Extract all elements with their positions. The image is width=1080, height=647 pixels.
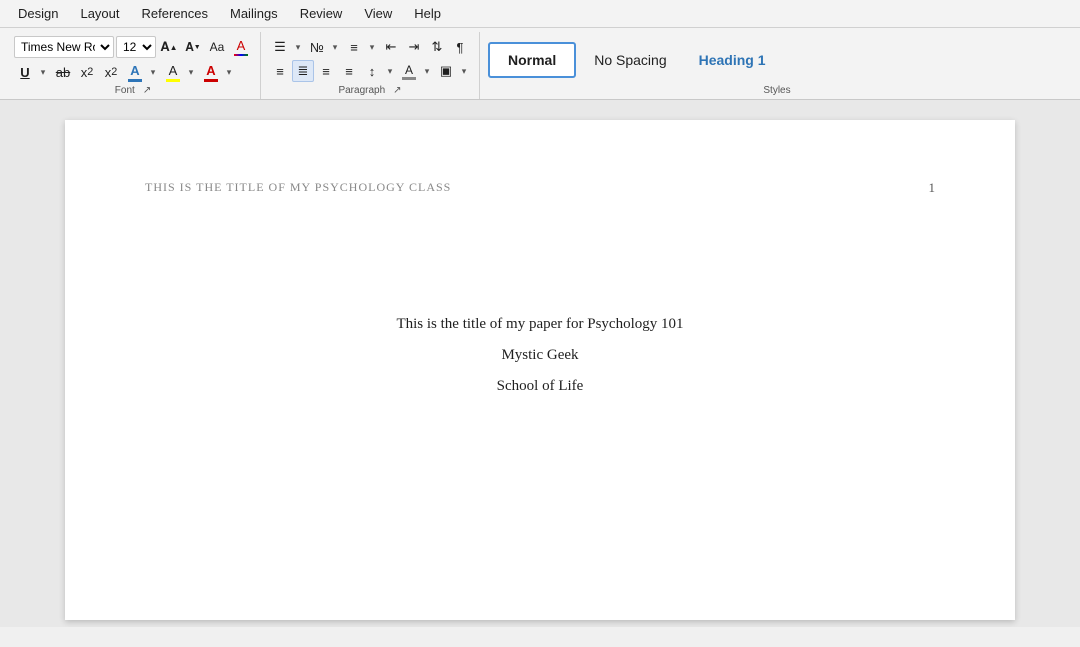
highlight-dropdown[interactable]: ▾ [184,61,198,83]
align-center-button[interactable]: ≣ [292,60,314,82]
align-left-button[interactable]: ≡ [269,60,291,82]
styles-group-label: Styles [763,85,790,96]
paragraph-group: ☰ ▾ № ▾ ≡ ▾ ⇤ ⇥ ⇅ ¶ ≡ [261,32,480,99]
font-color-button[interactable]: A [124,61,146,83]
sort-button[interactable]: ⇅ [426,36,448,58]
bullets-button[interactable]: ☰ [269,36,291,58]
multilevel-list-button[interactable]: ≡ [343,36,365,58]
bullets-dropdown[interactable]: ▾ [291,36,305,58]
align-right-button[interactable]: ≡ [315,60,337,82]
font-color-dropdown[interactable]: ▾ [146,61,160,83]
style-heading1-button[interactable]: Heading 1 [685,44,780,76]
shading-button[interactable]: A [398,60,420,82]
menu-review[interactable]: Review [290,2,353,25]
line-spacing-dropdown[interactable]: ▾ [383,60,397,82]
superscript-button[interactable]: x2 [100,61,122,83]
menu-bar: Design Layout References Mailings Review… [0,0,1080,28]
font-group-label: Font [115,85,135,96]
text-color-dropdown[interactable]: ▾ [222,61,236,83]
font-grow-button[interactable]: 𝐀▲ [158,36,180,58]
decrease-indent-button[interactable]: ⇤ [380,36,402,58]
font-case-button[interactable]: Aa [206,36,228,58]
menu-references[interactable]: References [132,2,218,25]
page-header: THIS IS THE TITLE OF MY PSYCHOLOGY CLASS… [145,180,935,196]
show-formatting-button[interactable]: ¶ [449,36,471,58]
menu-mailings[interactable]: Mailings [220,2,288,25]
menu-view[interactable]: View [354,2,402,25]
paper-institution: School of Life [497,378,584,395]
paper-title: This is the title of my paper for Psycho… [396,316,683,333]
subscript-button[interactable]: x2 [76,61,98,83]
highlight-button[interactable]: A [162,61,184,83]
underline-button[interactable]: U [14,61,36,83]
paragraph-group-label: Paragraph [338,85,385,96]
increase-indent-button[interactable]: ⇥ [403,36,425,58]
numbering-button[interactable]: № [306,36,328,58]
font-size-select[interactable]: 12 10 11 14 16 [116,36,156,58]
underline-dropdown[interactable]: ▾ [36,61,50,83]
styles-group: Normal No Spacing Heading 1 Styles [480,32,1074,99]
page[interactable]: THIS IS THE TITLE OF MY PSYCHOLOGY CLASS… [65,120,1015,620]
numbering-dropdown[interactable]: ▾ [328,36,342,58]
style-no-spacing-button[interactable]: No Spacing [580,44,680,76]
justify-button[interactable]: ≡ [338,60,360,82]
font-group-expand[interactable]: ↗ [143,85,151,96]
menu-help[interactable]: Help [404,2,451,25]
paper-author: Mystic Geek [501,347,578,364]
font-name-select[interactable]: Times New Roman Arial Calibri [14,36,114,58]
document-area: THIS IS THE TITLE OF MY PSYCHOLOGY CLASS… [0,100,1080,627]
ribbon: Times New Roman Arial Calibri 12 10 11 1… [0,28,1080,100]
strikethrough-button[interactable]: ab [52,61,74,83]
paragraph-group-expand[interactable]: ↗ [393,85,401,96]
clear-formatting-button[interactable]: A [230,36,252,58]
borders-dropdown[interactable]: ▾ [457,60,471,82]
menu-design[interactable]: Design [8,2,68,25]
menu-layout[interactable]: Layout [70,2,129,25]
text-color-button[interactable]: A [200,61,222,83]
running-head: THIS IS THE TITLE OF MY PSYCHOLOGY CLASS [145,180,451,195]
multilevel-dropdown[interactable]: ▾ [365,36,379,58]
borders-button[interactable]: ▣ [435,60,457,82]
font-shrink-button[interactable]: 𝐀▼ [182,36,204,58]
page-number: 1 [929,180,936,196]
style-normal-button[interactable]: Normal [488,42,576,78]
shading-dropdown[interactable]: ▾ [420,60,434,82]
line-spacing-button[interactable]: ↕ [361,60,383,82]
page-body[interactable]: This is the title of my paper for Psycho… [145,216,935,395]
font-group: Times New Roman Arial Calibri 12 10 11 1… [6,32,261,99]
